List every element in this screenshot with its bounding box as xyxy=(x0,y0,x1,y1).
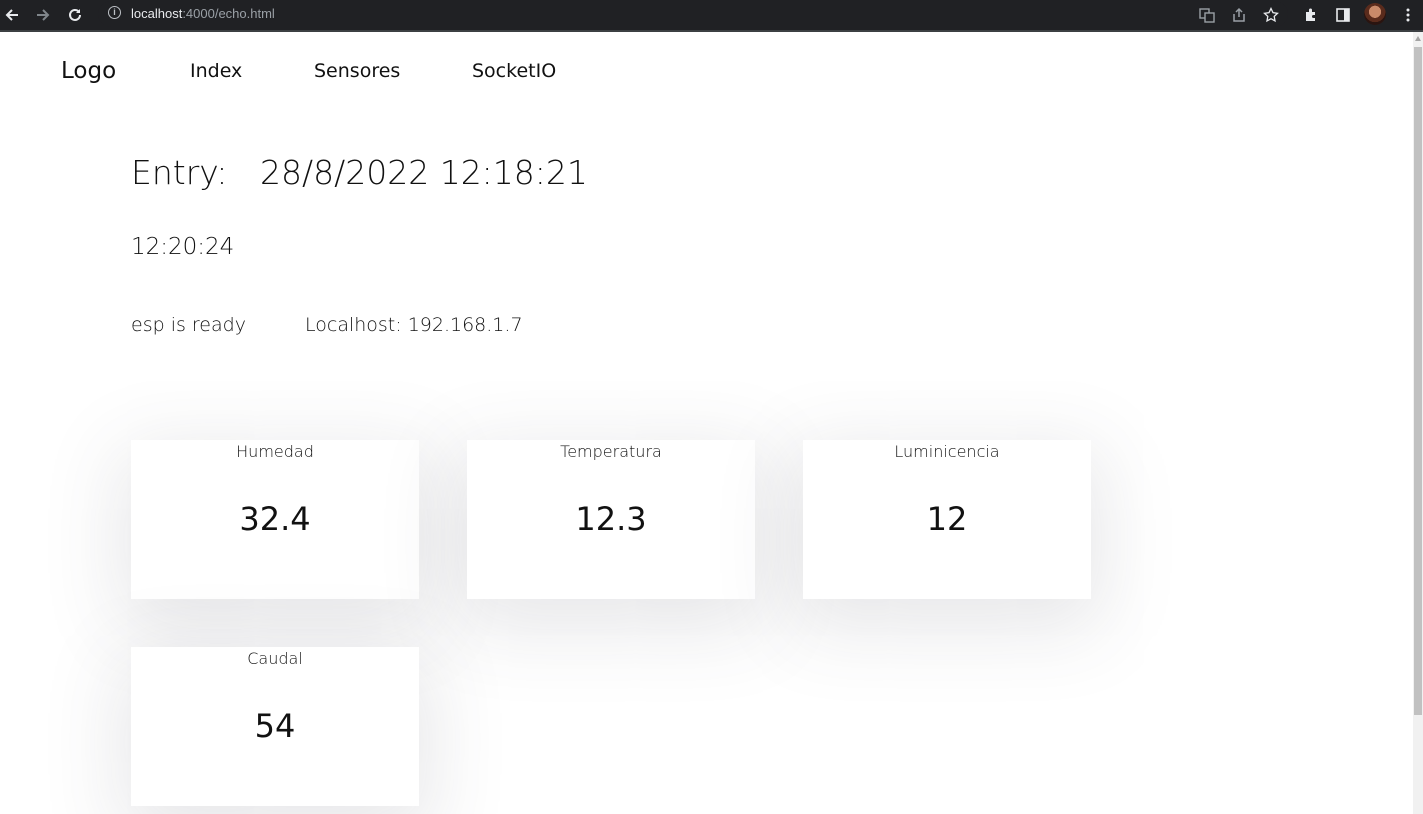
card-value: 12.3 xyxy=(575,500,647,538)
info-icon[interactable]: i xyxy=(108,6,121,19)
scroll-up-arrow-icon[interactable] xyxy=(1415,36,1421,41)
nav-link-sensores[interactable]: Sensores xyxy=(314,60,400,82)
card-value: 32.4 xyxy=(239,500,311,538)
esp-status: esp is ready xyxy=(131,314,246,336)
card-title: Temperatura xyxy=(560,442,662,461)
sensor-card-humedad: Humedad 32.4 xyxy=(131,440,419,599)
address-bar[interactable]: i localhost:4000/echo.html xyxy=(98,1,1288,27)
current-time: 12:20:24 xyxy=(131,234,235,260)
localhost-address: Localhost: 192.168.1.7 xyxy=(305,314,523,336)
sensor-card-temperatura: Temperatura 12.3 xyxy=(467,440,755,599)
card-value: 12 xyxy=(926,500,968,538)
reload-icon[interactable] xyxy=(63,3,87,27)
translate-icon[interactable] xyxy=(1195,3,1219,27)
sensor-card-caudal: Caudal 54 xyxy=(131,647,419,806)
url-text[interactable]: localhost:4000/echo.html xyxy=(131,6,275,21)
share-icon[interactable] xyxy=(1227,3,1251,27)
card-title: Caudal xyxy=(247,649,303,668)
scroll-thumb[interactable] xyxy=(1414,47,1422,715)
logo[interactable]: Logo xyxy=(61,58,116,84)
vertical-scrollbar[interactable] xyxy=(1413,32,1423,814)
card-title: Humedad xyxy=(236,442,314,461)
star-icon[interactable] xyxy=(1259,3,1283,27)
browser-toolbar: i localhost:4000/echo.html xyxy=(0,0,1423,32)
entry-timestamp: 28/8/2022 12:18:21 xyxy=(260,153,588,192)
back-icon[interactable] xyxy=(0,3,24,27)
menu-icon[interactable] xyxy=(1396,3,1420,27)
avatar[interactable] xyxy=(1364,3,1386,25)
entry-label: Entry: xyxy=(131,153,228,192)
side-panel-icon[interactable] xyxy=(1331,3,1355,27)
card-title: Luminicencia xyxy=(894,442,1000,461)
nav-link-index[interactable]: Index xyxy=(190,60,242,82)
nav-link-socketio[interactable]: SocketIO xyxy=(472,60,556,82)
sensor-card-luminicencia: Luminicencia 12 xyxy=(803,440,1091,599)
extensions-icon[interactable] xyxy=(1299,3,1323,27)
card-value: 54 xyxy=(254,707,296,745)
forward-icon[interactable] xyxy=(31,3,55,27)
